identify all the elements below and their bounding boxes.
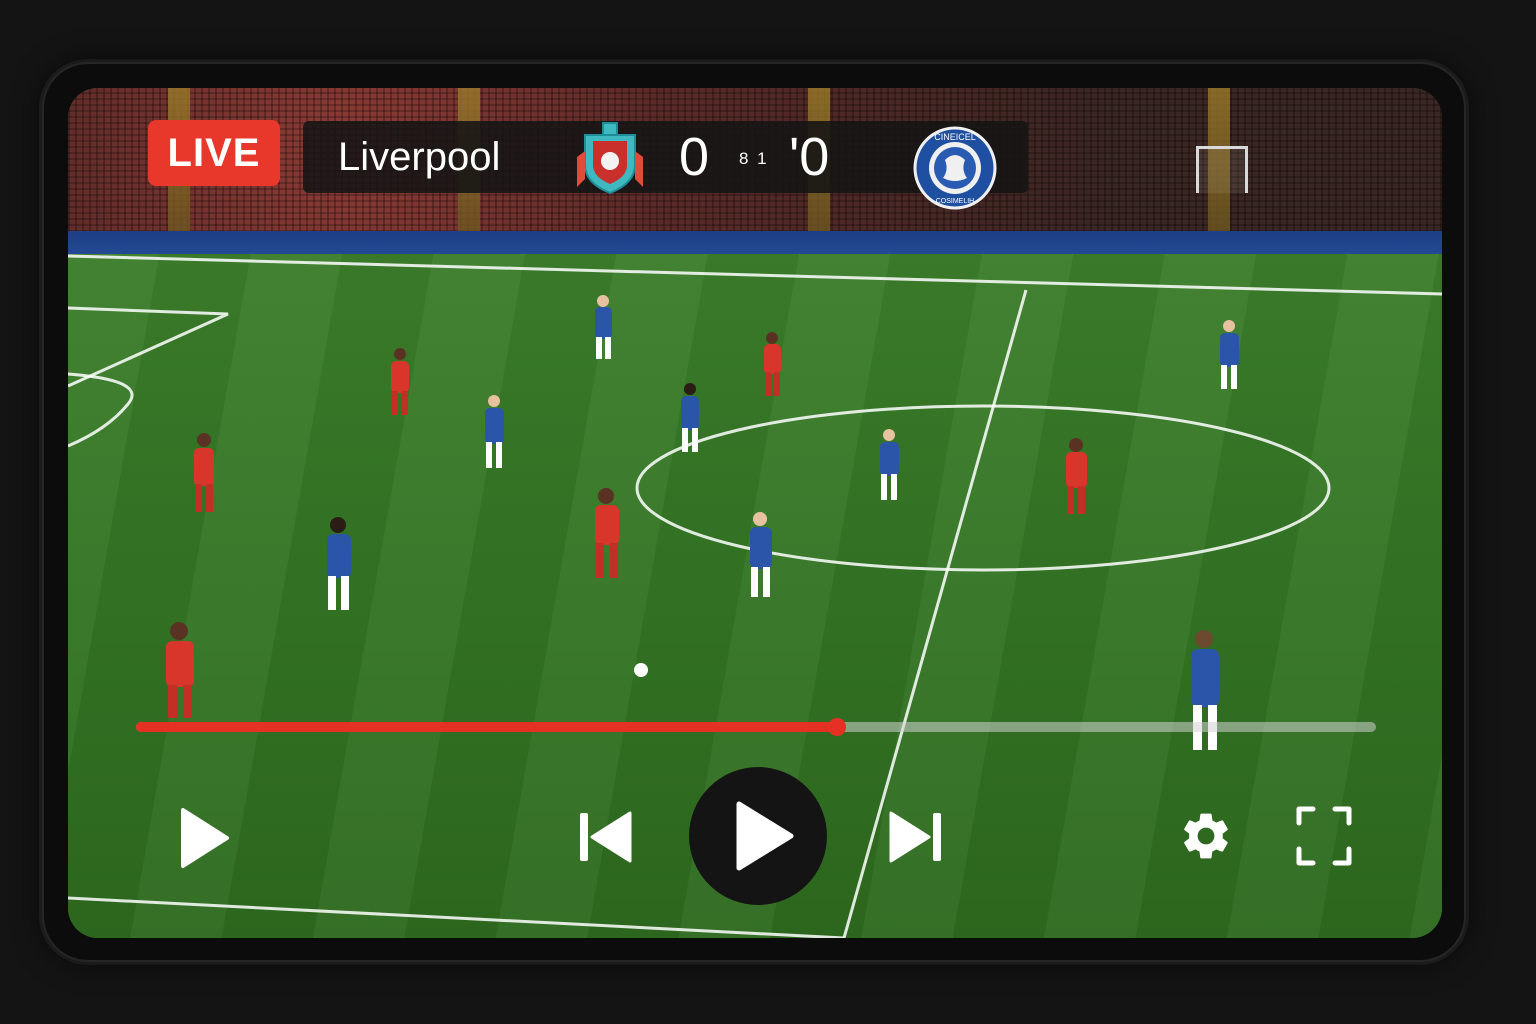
player-red [764, 332, 781, 396]
home-score: 0 [679, 127, 710, 187]
player-blue [485, 395, 504, 468]
live-badge: LIVE [148, 120, 280, 186]
player-red [391, 348, 409, 415]
play-icon [181, 808, 229, 868]
play-icon [736, 801, 794, 871]
progress-fill [136, 722, 837, 732]
home-crest-icon [575, 117, 645, 202]
player-red [166, 622, 194, 718]
player-blue [1220, 320, 1239, 389]
skip-previous-button[interactable] [571, 806, 637, 868]
home-team-name: Liverpool [338, 135, 501, 179]
player-red [595, 488, 648, 677]
progress-thumb[interactable] [827, 718, 846, 736]
player-red [1066, 438, 1087, 514]
player-blue [750, 512, 772, 597]
player-blue [681, 383, 699, 452]
score-middle-text: 8 1 [739, 149, 769, 168]
skip-next-button[interactable] [884, 806, 950, 868]
fullscreen-button[interactable] [1293, 803, 1355, 869]
player-blue [595, 295, 612, 359]
settings-button[interactable] [1176, 806, 1236, 866]
away-score: '0 [789, 127, 830, 187]
away-crest-bottom-text: COSIMELIH [936, 198, 975, 205]
away-crest-icon: CINEICEL COSIMELIH [913, 126, 997, 215]
player-red [194, 433, 214, 512]
gear-icon [1184, 813, 1228, 859]
player-blue [880, 429, 899, 500]
center-play-button[interactable] [689, 767, 827, 905]
player-blue [1191, 630, 1219, 750]
fullscreen-icon [1296, 806, 1352, 866]
player-blue [327, 517, 351, 610]
skip-previous-icon [580, 811, 632, 863]
progress-bar[interactable] [136, 718, 1376, 736]
skip-next-icon [889, 811, 941, 863]
play-button[interactable] [170, 803, 236, 873]
away-crest-top-text: CINEICEL [934, 132, 976, 142]
scoreboard: Liverpool 0 8 1 '0 CINEICEL COSIMELIH [303, 121, 1028, 210]
